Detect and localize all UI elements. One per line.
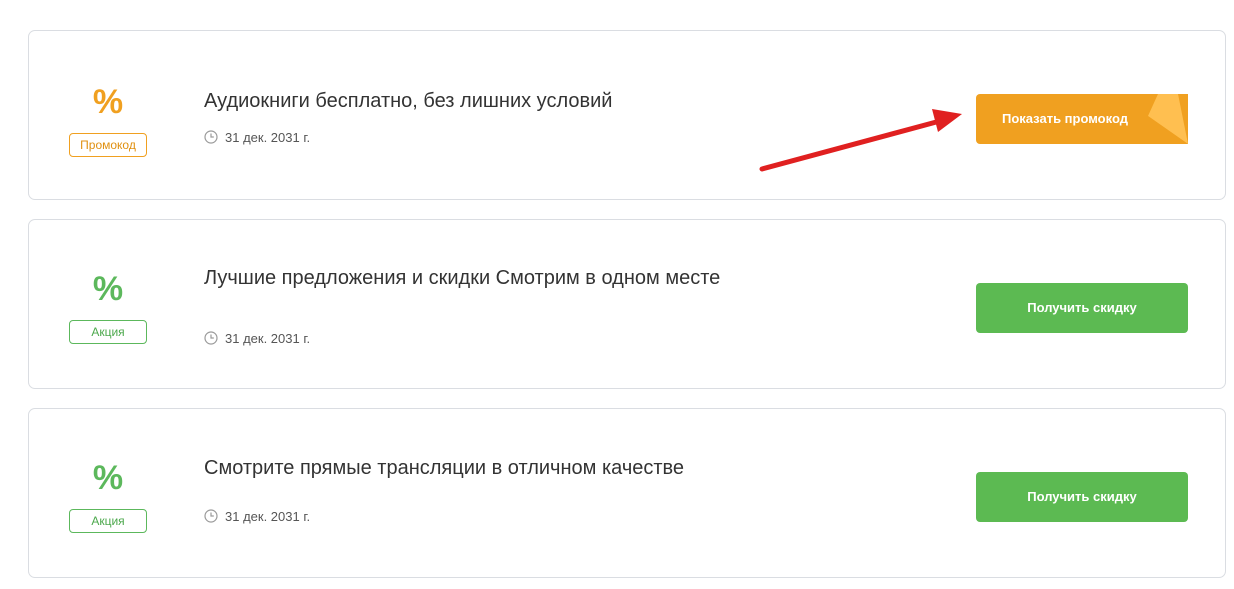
offer-type-tag: Акция bbox=[69, 509, 147, 533]
percent-icon: % bbox=[92, 270, 124, 308]
promo-code-peel-corner bbox=[1148, 94, 1188, 144]
offer-badge: % Акция bbox=[69, 409, 147, 577]
show-promo-code-button[interactable]: Показать промокод bbox=[976, 94, 1188, 144]
show-promo-code-label: Показать промокод bbox=[1002, 111, 1128, 126]
offer-expiry: 31 дек. 2031 г. bbox=[204, 508, 310, 524]
offer-card-deal: % Акция Лучшие предложения и скидки Смот… bbox=[28, 219, 1226, 389]
offer-card-promo: % Промокод Аудиокниги бесплатно, без лиш… bbox=[28, 30, 1226, 200]
clock-icon bbox=[204, 130, 218, 144]
clock-icon bbox=[204, 331, 218, 345]
clock-icon bbox=[204, 509, 218, 523]
offer-badge: % Акция bbox=[69, 220, 147, 388]
get-discount-button[interactable]: Получить скидку bbox=[976, 472, 1188, 522]
offer-expiry: 31 дек. 2031 г. bbox=[204, 330, 310, 346]
percent-icon: % bbox=[92, 459, 124, 497]
offer-title[interactable]: Смотрите прямые трансляции в отличном ка… bbox=[204, 456, 744, 480]
offer-expiry: 31 дек. 2031 г. bbox=[204, 129, 310, 145]
offer-expiry-date: 31 дек. 2031 г. bbox=[225, 129, 311, 145]
offer-title[interactable]: Аудиокниги бесплатно, без лишних условий bbox=[204, 89, 744, 113]
offer-expiry-date: 31 дек. 2031 г. bbox=[225, 508, 311, 524]
offer-type-tag: Промокод bbox=[69, 133, 147, 157]
percent-icon: % bbox=[92, 83, 124, 121]
offers-page: % Промокод Аудиокниги бесплатно, без лиш… bbox=[0, 0, 1234, 589]
offer-card-deal: % Акция Смотрите прямые трансляции в отл… bbox=[28, 408, 1226, 578]
offer-expiry-date: 31 дек. 2031 г. bbox=[225, 330, 311, 346]
offer-badge: % Промокод bbox=[69, 31, 147, 199]
offer-type-tag: Акция bbox=[69, 320, 147, 344]
offer-title[interactable]: Лучшие предложения и скидки Смотрим в од… bbox=[204, 266, 744, 290]
get-discount-button[interactable]: Получить скидку bbox=[976, 283, 1188, 333]
